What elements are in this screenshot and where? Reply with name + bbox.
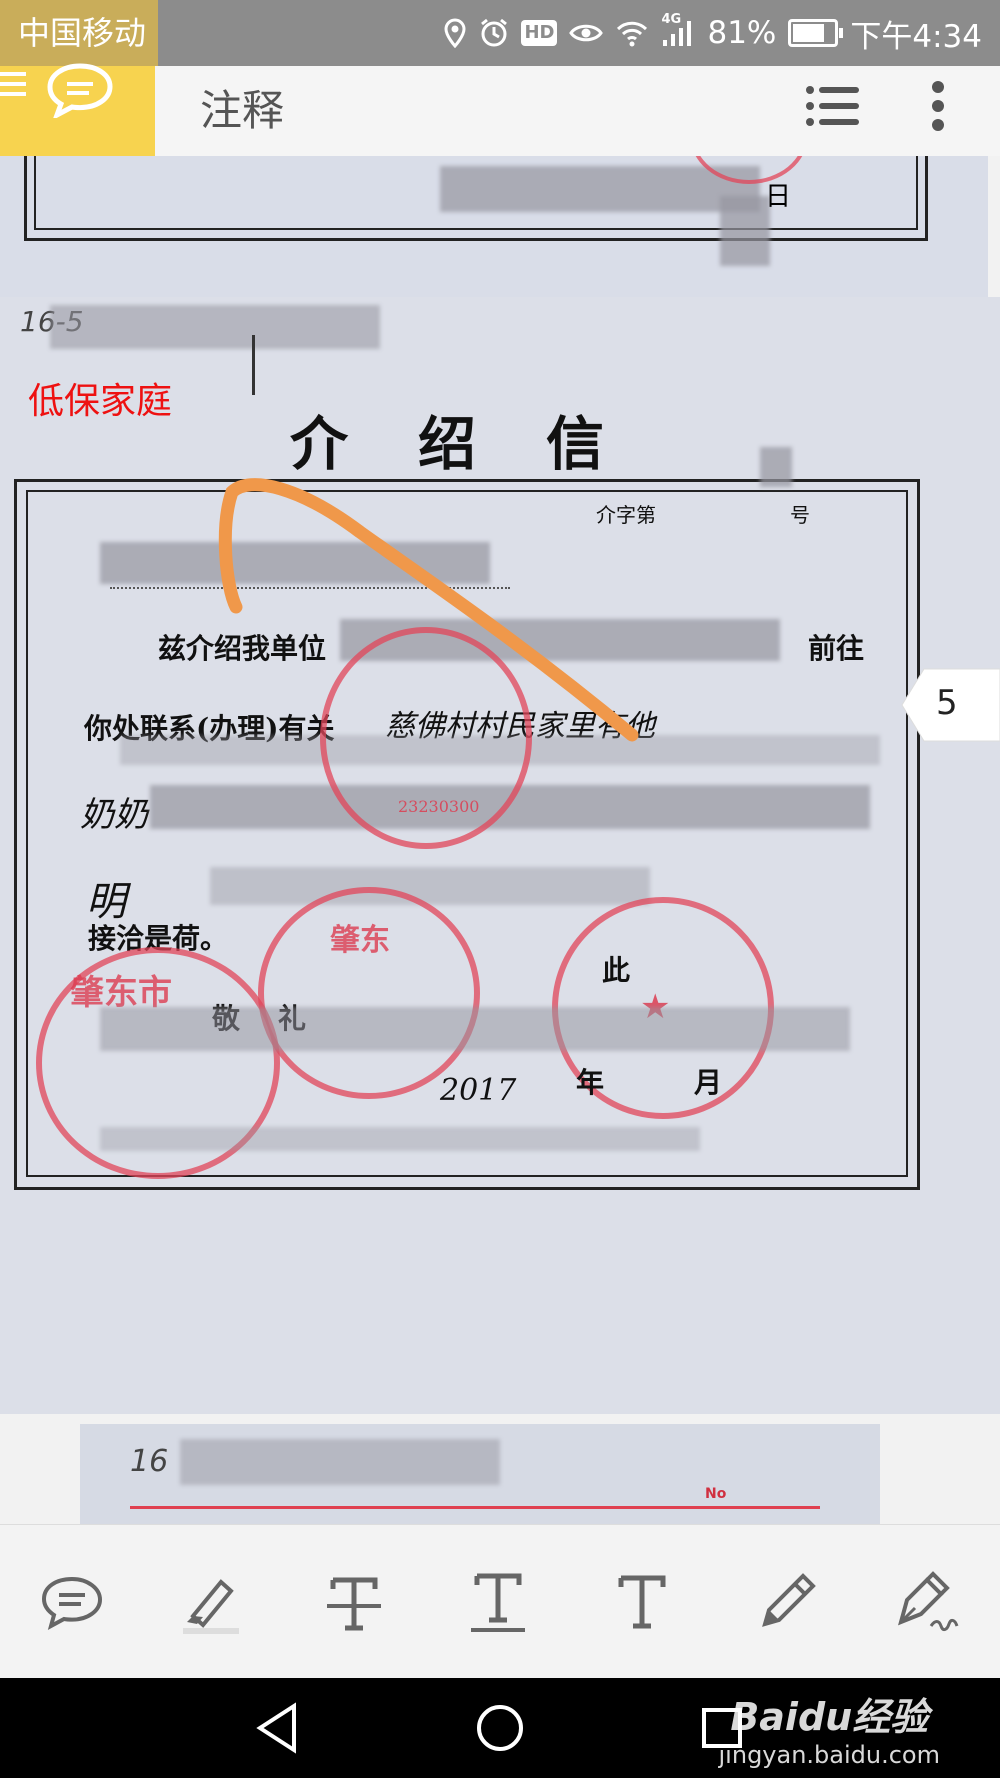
eye-icon — [569, 21, 604, 45]
underline-tool[interactable] — [460, 1565, 536, 1641]
document-page[interactable]: 16-5 低保家庭 介绍信 介字第 号 兹介绍我单位 前往 你处联系(办理)有关… — [0, 297, 1000, 1414]
comment-tool[interactable] — [34, 1565, 110, 1641]
comment-bubble-icon[interactable] — [45, 62, 115, 122]
previous-page[interactable]: 日 — [0, 156, 988, 298]
strikethrough-icon — [327, 1577, 381, 1631]
location-icon — [443, 18, 467, 48]
redacted-area — [720, 196, 770, 266]
network-type-label: 4G — [661, 12, 682, 27]
wifi-icon — [615, 19, 649, 47]
kebab-menu-icon[interactable] — [930, 80, 946, 136]
status-bar: 中国移动 HD 4G 81% 下午4:34 — [0, 0, 1000, 66]
highlight-tool[interactable] — [172, 1565, 248, 1641]
alarm-icon — [479, 18, 509, 48]
text-icon — [618, 1575, 666, 1629]
system-nav-bar: Baidu经验 jingyan.baidu.com — [0, 1678, 1000, 1778]
watermark-url: jingyan.baidu.com — [718, 1741, 940, 1769]
clock: 下午4:34 — [850, 18, 982, 55]
fountain-pen-icon — [898, 1571, 959, 1632]
receipt-no-label: No — [705, 1486, 727, 1502]
list-icon[interactable] — [805, 84, 861, 132]
signature-tool[interactable] — [888, 1565, 964, 1641]
battery-percent: 81% — [707, 15, 777, 51]
hd-icon: HD — [521, 20, 558, 46]
highlighter-icon — [183, 1579, 239, 1634]
text-tool[interactable] — [604, 1565, 680, 1641]
document-viewer[interactable]: 日 16-5 低保家庭 介绍信 介字第 号 兹介绍我单位 前往 你处联系(办理)… — [0, 156, 1000, 1524]
status-icons: HD 4G 81% 下午4:34 — [443, 0, 982, 66]
watermark: Baidu经验 jingyan.baidu.com — [719, 1686, 940, 1769]
pencil-tool[interactable] — [748, 1565, 824, 1641]
home-circle-icon[interactable] — [468, 1696, 532, 1760]
next-page[interactable]: 16 No — [80, 1424, 880, 1524]
back-triangle-icon[interactable] — [246, 1696, 310, 1760]
app-bar: 注释 — [0, 63, 1000, 156]
battery-icon — [788, 19, 844, 47]
watermark-brand: Baidu经验 — [730, 1695, 929, 1739]
underline-icon — [471, 1573, 525, 1632]
comment-panel-tab[interactable] — [0, 63, 155, 156]
page-number-indicator[interactable]: 5 — [900, 667, 1000, 743]
signal-4g-icon: 4G — [661, 12, 695, 48]
prev-page-day-char: 日 — [765, 182, 792, 212]
comment-icon — [41, 1576, 103, 1630]
hamburger-icon[interactable] — [0, 66, 26, 106]
freehand-ink-annotation[interactable] — [0, 297, 1000, 1414]
carrier-label: 中国移动 — [0, 0, 159, 66]
strikethrough-tool[interactable] — [316, 1565, 392, 1641]
battery-fill — [793, 24, 825, 42]
annotation-toolbar — [0, 1524, 1000, 1679]
page-title: 注释 — [200, 86, 285, 135]
red-table-grid — [130, 1506, 820, 1524]
page-number-label: 5 — [936, 683, 958, 723]
next-page-handwriting: 16 — [130, 1444, 169, 1479]
pencil-icon — [762, 1573, 816, 1627]
redacted-area — [180, 1439, 500, 1485]
